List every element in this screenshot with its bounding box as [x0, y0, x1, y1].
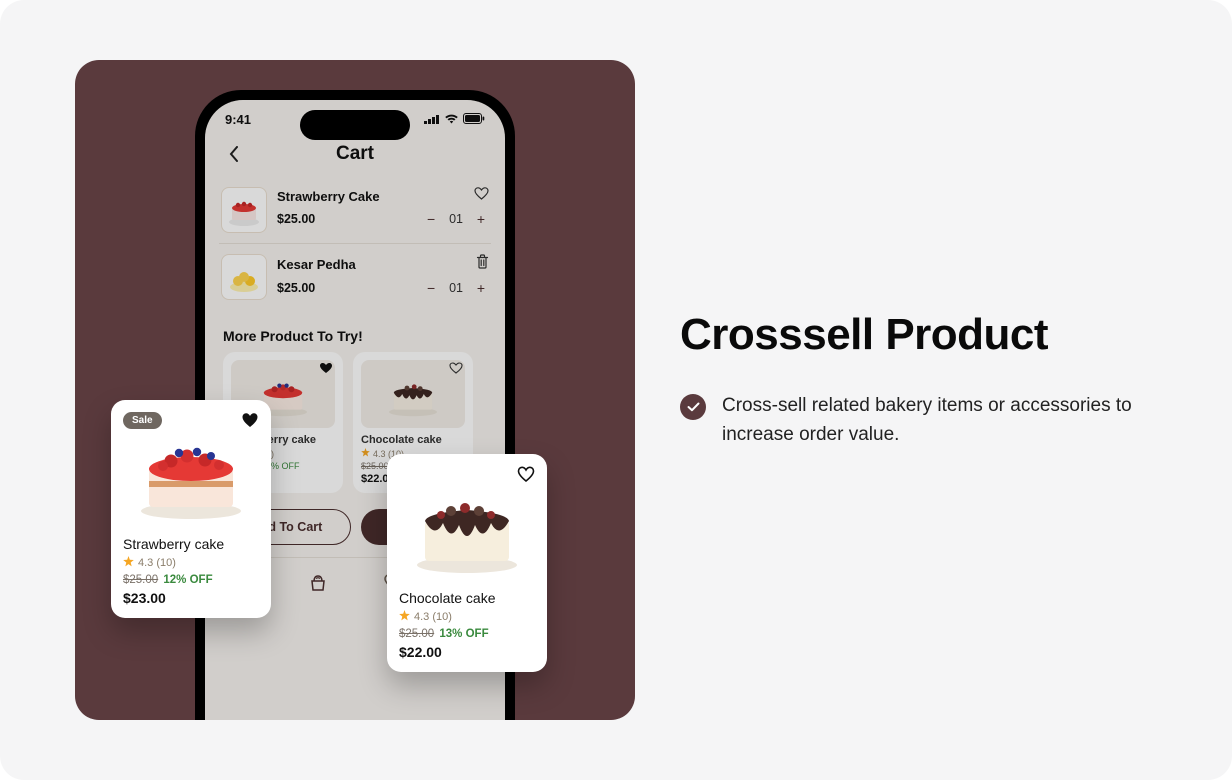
- hero-panel: 9:41: [75, 60, 635, 720]
- heart-icon[interactable]: [517, 466, 535, 487]
- feature-bullet: Cross-sell related bakery items or acces…: [680, 392, 1160, 449]
- product-rating: 4.3 (10): [399, 610, 535, 624]
- cart-item-name: Strawberry Cake: [277, 189, 380, 204]
- battery-icon: [463, 112, 485, 127]
- cart-item-price: $25.00: [277, 281, 315, 295]
- heart-icon[interactable]: [241, 412, 259, 433]
- bullet-text: Cross-sell related bakery items or acces…: [722, 392, 1160, 449]
- headline: Crosssell Product: [680, 310, 1160, 360]
- crosssell-heading: More Product To Try!: [205, 314, 505, 352]
- quantity-stepper: − 01 +: [423, 280, 489, 296]
- status-indicators: [424, 112, 485, 127]
- copy-block: Crosssell Product Cross-sell related bak…: [680, 310, 1160, 449]
- quantity-stepper: − 01 +: [423, 211, 489, 227]
- product-name: Strawberry cake: [123, 536, 259, 552]
- product-name: Chocolate cake: [399, 590, 535, 606]
- marketing-slide: 9:41: [0, 0, 1232, 780]
- product-name: Chocolate cake: [361, 434, 465, 446]
- cart-item-thumb: [221, 254, 267, 300]
- cart-item-price: $25.00: [277, 212, 315, 226]
- heart-icon[interactable]: [449, 362, 463, 377]
- cart-item: Strawberry Cake $25.00 − 01 +: [219, 177, 491, 244]
- cart-item-name: Kesar Pedha: [277, 257, 356, 272]
- qty-plus[interactable]: +: [473, 280, 489, 296]
- product-image: [123, 418, 259, 528]
- crosssell-card-spotlight[interactable]: Chocolate cake 4.3 (10) $25.00 13% OFF $…: [387, 454, 547, 672]
- status-time: 9:41: [225, 112, 251, 127]
- cart-item: Kesar Pedha $25.00 − 01 +: [219, 244, 491, 310]
- heart-icon[interactable]: [319, 362, 333, 377]
- product-priceline: $25.00 12% OFF: [123, 574, 259, 586]
- qty-minus[interactable]: −: [423, 211, 439, 227]
- crosssell-card-spotlight[interactable]: Sale Strawberry cake 4.3 (10) $25.00 12%…: [111, 400, 271, 618]
- star-icon: [123, 556, 134, 570]
- star-icon: [399, 610, 410, 624]
- qty-plus[interactable]: +: [473, 211, 489, 227]
- qty-value: 01: [449, 212, 463, 226]
- heart-icon[interactable]: [474, 187, 489, 205]
- trash-icon[interactable]: [476, 254, 489, 274]
- phone-notch: [300, 110, 410, 140]
- signal-icon: [424, 112, 440, 127]
- product-price: $23.00: [123, 590, 259, 606]
- wifi-icon: [444, 112, 459, 127]
- product-image: [399, 472, 535, 582]
- product-price: $22.00: [399, 644, 535, 660]
- cart-item-thumb: [221, 187, 267, 233]
- cart-list: Strawberry Cake $25.00 − 01 +: [205, 173, 505, 314]
- sale-badge: Sale: [123, 412, 162, 429]
- nav-shop[interactable]: [304, 568, 332, 596]
- product-priceline: $25.00 13% OFF: [399, 628, 535, 640]
- page-title: Cart: [223, 143, 487, 165]
- product-rating: 4.3 (10): [123, 556, 259, 570]
- qty-minus[interactable]: −: [423, 280, 439, 296]
- qty-value: 01: [449, 281, 463, 295]
- star-icon: [361, 448, 370, 459]
- check-icon: [680, 394, 706, 420]
